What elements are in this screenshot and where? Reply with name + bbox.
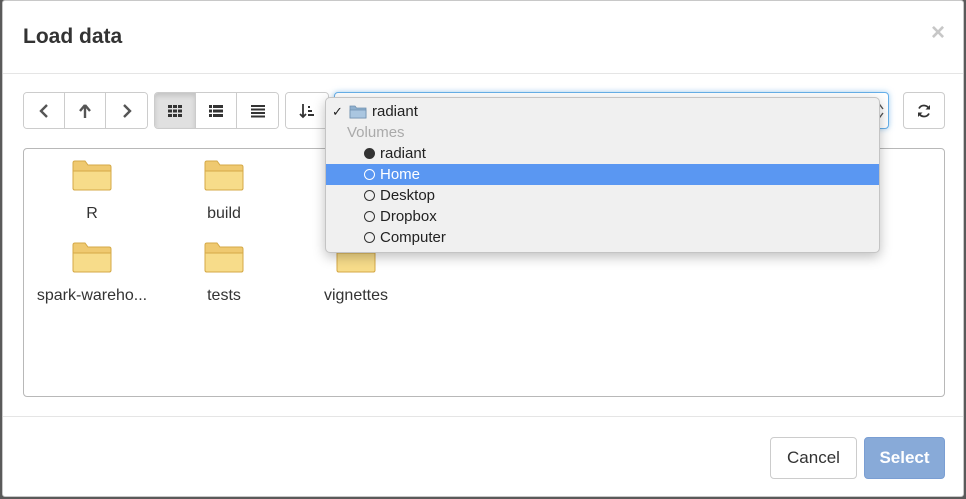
option-label: radiant: [380, 145, 426, 162]
radio-empty-icon: [364, 211, 375, 222]
list-view-icon: [209, 104, 223, 117]
modal-footer: Cancel Select: [3, 416, 963, 498]
modal-header: Load data ×: [3, 1, 963, 74]
file-name: build: [207, 205, 241, 222]
file-name: vignettes: [323, 287, 389, 304]
file-item-spark-warehouse[interactable]: spark-wareho...: [26, 231, 158, 307]
folder-icon: [204, 242, 244, 273]
forward-button[interactable]: [106, 93, 147, 128]
dropdown-current-item[interactable]: ✓ radiant: [326, 101, 879, 122]
nav-button-group: [23, 92, 148, 129]
option-label: Home: [380, 166, 421, 183]
refresh-button[interactable]: [903, 92, 945, 129]
radio-empty-icon: [364, 169, 375, 180]
view-button-group: [154, 92, 279, 129]
folder-icon: [349, 105, 367, 119]
option-label: Computer: [380, 229, 446, 246]
file-item-build[interactable]: build: [158, 149, 290, 225]
file-item-tests[interactable]: tests: [158, 231, 290, 307]
dropdown-option-radiant[interactable]: radiant: [326, 143, 879, 164]
detail-view-button[interactable]: [237, 93, 278, 128]
folder-icon: [72, 160, 112, 191]
dropdown-current-label: radiant: [372, 103, 418, 120]
radio-empty-icon: [364, 190, 375, 201]
path-dropdown-menu: ✓ radiant Volumes radiant Home Desktop D…: [325, 97, 880, 253]
file-name: spark-wareho...: [36, 287, 148, 304]
back-button[interactable]: [24, 93, 65, 128]
file-name: R: [86, 205, 98, 222]
grid-view-icon: [168, 104, 182, 117]
sort-button-group: [285, 92, 329, 129]
folder-icon: [72, 242, 112, 273]
grid-view-button[interactable]: [155, 93, 196, 128]
chevron-right-icon: [122, 103, 132, 118]
load-data-dialog: Load data × R build spark-wareho... test…: [2, 0, 964, 497]
dropdown-option-desktop[interactable]: Desktop: [326, 185, 879, 206]
detail-view-icon: [250, 104, 265, 117]
select-button[interactable]: Select: [864, 437, 945, 479]
list-view-button[interactable]: [196, 93, 237, 128]
dropdown-option-dropbox[interactable]: Dropbox: [326, 206, 879, 227]
cancel-button[interactable]: Cancel: [770, 437, 857, 479]
radio-empty-icon: [364, 232, 375, 243]
modal-title: Load data: [23, 25, 123, 48]
chevron-left-icon: [39, 103, 48, 118]
checkmark-icon: ✓: [332, 104, 343, 119]
file-item-r[interactable]: R: [26, 149, 158, 225]
option-label: Dropbox: [380, 208, 437, 225]
close-icon[interactable]: ×: [931, 21, 945, 45]
refresh-icon: [918, 104, 930, 117]
up-button[interactable]: [65, 93, 106, 128]
sort-button[interactable]: [286, 93, 328, 128]
folder-icon: [204, 160, 244, 191]
dropdown-section-header: Volumes: [326, 122, 879, 143]
file-name: tests: [207, 287, 241, 304]
radio-filled-icon: [364, 148, 375, 159]
option-label: Desktop: [380, 187, 436, 204]
dropdown-option-home[interactable]: Home: [326, 164, 879, 185]
volumes-section-label: Volumes: [347, 124, 405, 141]
dropdown-option-computer[interactable]: Computer: [326, 227, 879, 248]
sort-icon: [299, 103, 314, 118]
arrow-up-icon: [79, 103, 91, 118]
